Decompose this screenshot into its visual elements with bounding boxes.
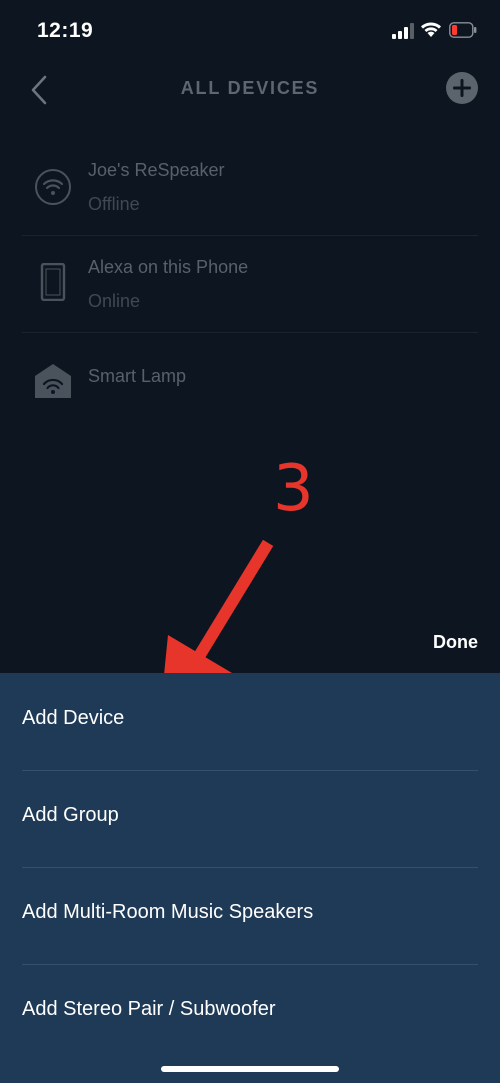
action-item-label: Add Device — [22, 707, 125, 729]
device-row[interactable]: Alexa on this Phone Online — [22, 235, 478, 333]
header: ALL DEVICES — [0, 60, 500, 120]
annotation-step-number: 3 — [273, 452, 314, 526]
add-plus-icon[interactable] — [445, 71, 479, 105]
wifi-speaker-icon — [35, 169, 71, 205]
done-button[interactable]: Done — [433, 632, 478, 653]
wifi-status-icon — [421, 22, 441, 37]
action-item-label: Add Group — [22, 804, 119, 826]
add-group-option[interactable]: Add Group — [22, 770, 478, 868]
page-title: ALL DEVICES — [180, 78, 320, 98]
status-bar: 12:19 — [0, 0, 500, 60]
action-sheet: Add Device Add Group Add Multi-Room Musi… — [0, 673, 500, 1083]
smart-home-icon — [35, 364, 71, 398]
home-indicator[interactable] — [161, 1066, 339, 1072]
device-row[interactable]: Smart Lamp — [22, 332, 478, 429]
battery-icon — [449, 22, 477, 38]
add-multi-room-speakers-option[interactable]: Add Multi-Room Music Speakers — [22, 867, 478, 965]
device-status: Online — [88, 291, 141, 311]
status-time: 12:19 — [37, 19, 94, 42]
device-name: Alexa on this Phone — [88, 257, 249, 277]
add-stereo-pair-option[interactable]: Add Stereo Pair / Subwoofer — [22, 964, 478, 1061]
phone-icon — [40, 263, 66, 301]
device-name: Smart Lamp — [88, 366, 187, 386]
cellular-signal-icon — [392, 23, 414, 39]
add-device-option[interactable]: Add Device — [22, 673, 478, 771]
device-status: Offline — [88, 194, 140, 214]
device-name: Joe's ReSpeaker — [88, 160, 225, 180]
device-row[interactable]: Joe's ReSpeaker Offline — [22, 138, 478, 236]
action-item-label: Add Stereo Pair / Subwoofer — [22, 998, 276, 1020]
action-item-label: Add Multi-Room Music Speakers — [22, 901, 314, 923]
